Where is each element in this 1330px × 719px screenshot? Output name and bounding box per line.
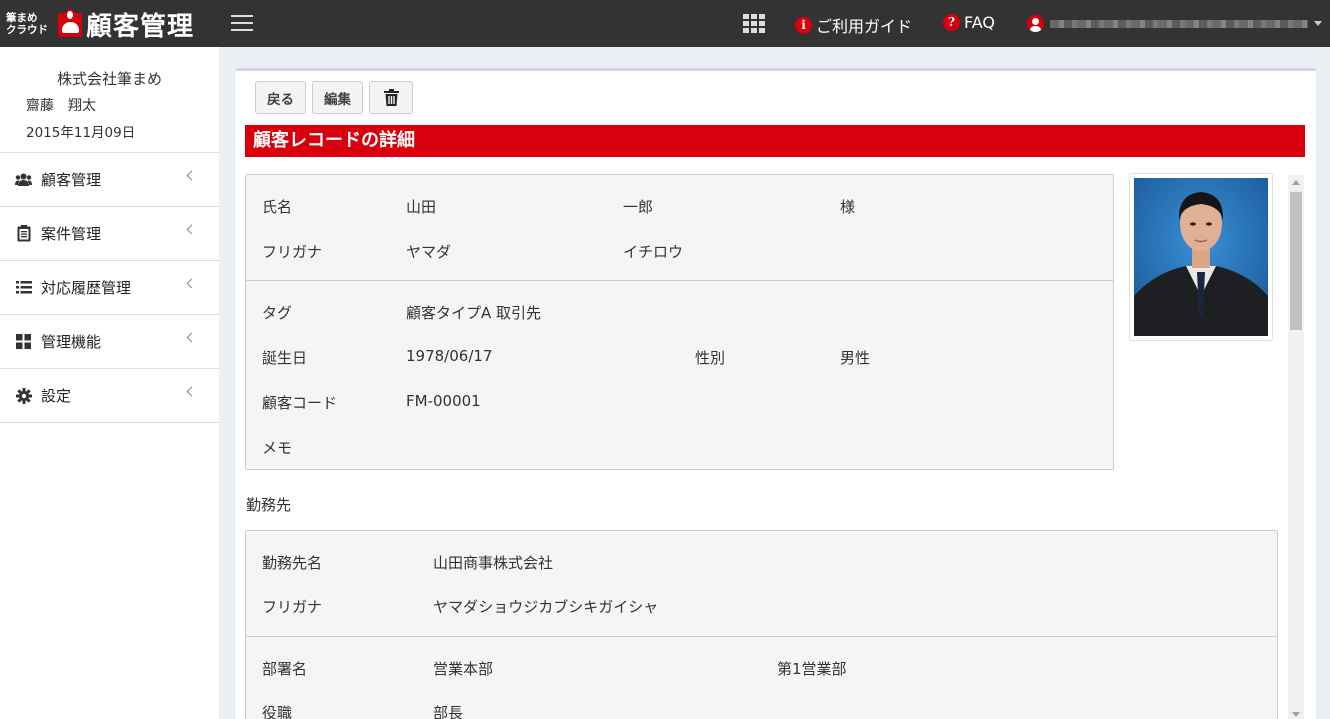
hamburger-menu-icon[interactable] <box>231 15 253 33</box>
delete-button[interactable] <box>369 81 413 114</box>
clipboard-icon <box>15 225 32 242</box>
vertical-scrollbar[interactable] <box>1288 175 1304 719</box>
faq-link[interactable]: ? FAQ <box>943 13 995 32</box>
sidebar-item-label: 管理機能 <box>41 333 102 351</box>
name-label: 氏名 <box>262 198 293 216</box>
tag-value: 顧客タイプA 取引先 <box>406 304 542 322</box>
scrollbar-thumb[interactable] <box>1290 192 1302 330</box>
sidebar-menu: 顧客管理 案件管理 対応履歴管理 管理機能 設定 <box>0 152 219 423</box>
sidebar: 株式会社筆まめ 齋藤 翔太 2015年11月09日 顧客管理 案件管理 対応履歴… <box>0 47 219 719</box>
dept-label: 部署名 <box>262 660 308 678</box>
portrait-image <box>1134 178 1268 336</box>
main-content: 戻る 編集 顧客レコードの詳細 氏名 山田 一郎 様 フリガナ ヤマダ イチロウ… <box>235 68 1316 719</box>
work-company-label: 勤務先名 <box>262 554 323 572</box>
users-icon <box>15 171 32 188</box>
caret-down-icon <box>1314 21 1322 26</box>
work-furigana-label: フリガナ <box>262 598 323 616</box>
position-value: 部長 <box>433 704 464 719</box>
customer-code-value: FM-00001 <box>406 392 481 410</box>
work-furigana-value: ヤマダショウジカブシキガイシャ <box>433 598 659 616</box>
last-name-value: 山田 <box>406 198 437 216</box>
scroll-down-icon[interactable] <box>1292 712 1300 717</box>
logo-small-text: 筆まめ クラウド <box>6 12 54 36</box>
work-detail-panel: 勤務先名 山田商事株式会社 フリガナ ヤマダショウジカブシキガイシャ 部署名 営… <box>245 530 1278 719</box>
position-label: 役職 <box>262 704 293 719</box>
sidebar-item-label: 設定 <box>41 387 72 405</box>
gear-icon <box>15 387 32 404</box>
furigana-label: フリガナ <box>262 243 323 261</box>
memo-label: メモ <box>262 439 293 457</box>
panel-divider <box>246 280 1113 281</box>
sidebar-item-settings[interactable]: 設定 <box>0 369 219 423</box>
faq-label: FAQ <box>964 13 995 32</box>
guide-link[interactable]: i ご利用ガイド <box>795 13 912 37</box>
customer-detail-panel: 氏名 山田 一郎 様 フリガナ ヤマダ イチロウ タグ 顧客タイプA 取引先 誕… <box>245 174 1114 470</box>
apps-grid-icon[interactable] <box>743 14 765 33</box>
sidebar-item-admin[interactable]: 管理機能 <box>0 315 219 369</box>
tag-label: タグ <box>262 304 293 322</box>
dept-sub-value: 第1営業部 <box>777 660 847 678</box>
scroll-up-icon[interactable] <box>1292 180 1300 185</box>
chevron-left-icon <box>186 278 197 289</box>
grid-icon <box>15 333 32 350</box>
user-name: 齋藤 翔太 <box>26 98 96 114</box>
edit-button[interactable]: 編集 <box>312 81 363 114</box>
user-email-redacted <box>1050 19 1308 28</box>
back-button[interactable]: 戻る <box>255 81 306 114</box>
gender-label: 性別 <box>695 349 726 367</box>
toolbar: 戻る 編集 <box>255 81 419 114</box>
sidebar-item-label: 案件管理 <box>41 225 102 243</box>
sidebar-item-history[interactable]: 対応履歴管理 <box>0 261 219 315</box>
logo-small-line1: 筆まめ <box>6 12 38 24</box>
logo-title: 顧客管理 <box>86 11 195 42</box>
honorific-value: 様 <box>840 198 856 216</box>
first-kana-value: イチロウ <box>623 243 684 261</box>
customer-code-label: 顧客コード <box>262 394 338 412</box>
sidebar-item-customers[interactable]: 顧客管理 <box>0 153 219 207</box>
question-icon: ? <box>943 14 960 31</box>
sidebar-item-label: 顧客管理 <box>41 171 102 189</box>
section-title: 顧客レコードの詳細 <box>245 125 1305 157</box>
panel-divider <box>246 636 1277 637</box>
customer-photo <box>1129 173 1273 341</box>
birthday-value: 1978/06/17 <box>406 347 493 365</box>
dept-value: 営業本部 <box>433 660 494 678</box>
work-company-value: 山田商事株式会社 <box>433 554 554 572</box>
info-icon: i <box>795 16 812 34</box>
first-name-value: 一郎 <box>623 198 654 216</box>
company-name: 株式会社筆まめ <box>56 70 162 88</box>
top-navbar: 筆まめ クラウド 顧客管理 i ご利用ガイド ? FAQ <box>0 0 1330 47</box>
chevron-left-icon <box>186 332 197 343</box>
chevron-left-icon <box>186 386 197 397</box>
work-section-label: 勤務先 <box>246 496 292 514</box>
trash-icon <box>383 89 399 106</box>
chevron-left-icon <box>186 224 197 235</box>
guide-label: ご利用ガイド <box>816 17 913 36</box>
birthday-label: 誕生日 <box>262 349 308 367</box>
gender-value: 男性 <box>840 349 871 367</box>
list-icon <box>15 279 32 296</box>
chevron-left-icon <box>186 170 197 181</box>
logo-person-icon <box>58 9 84 39</box>
user-icon <box>1027 15 1044 32</box>
user-menu[interactable] <box>1027 15 1322 32</box>
sidebar-item-label: 対応履歴管理 <box>41 279 132 297</box>
sidebar-item-projects[interactable]: 案件管理 <box>0 207 219 261</box>
last-kana-value: ヤマダ <box>406 243 452 261</box>
logo-small-line2: クラウド <box>6 24 48 36</box>
current-date: 2015年11月09日 <box>26 125 136 141</box>
app-logo[interactable]: 筆まめ クラウド 顧客管理 <box>6 5 194 43</box>
